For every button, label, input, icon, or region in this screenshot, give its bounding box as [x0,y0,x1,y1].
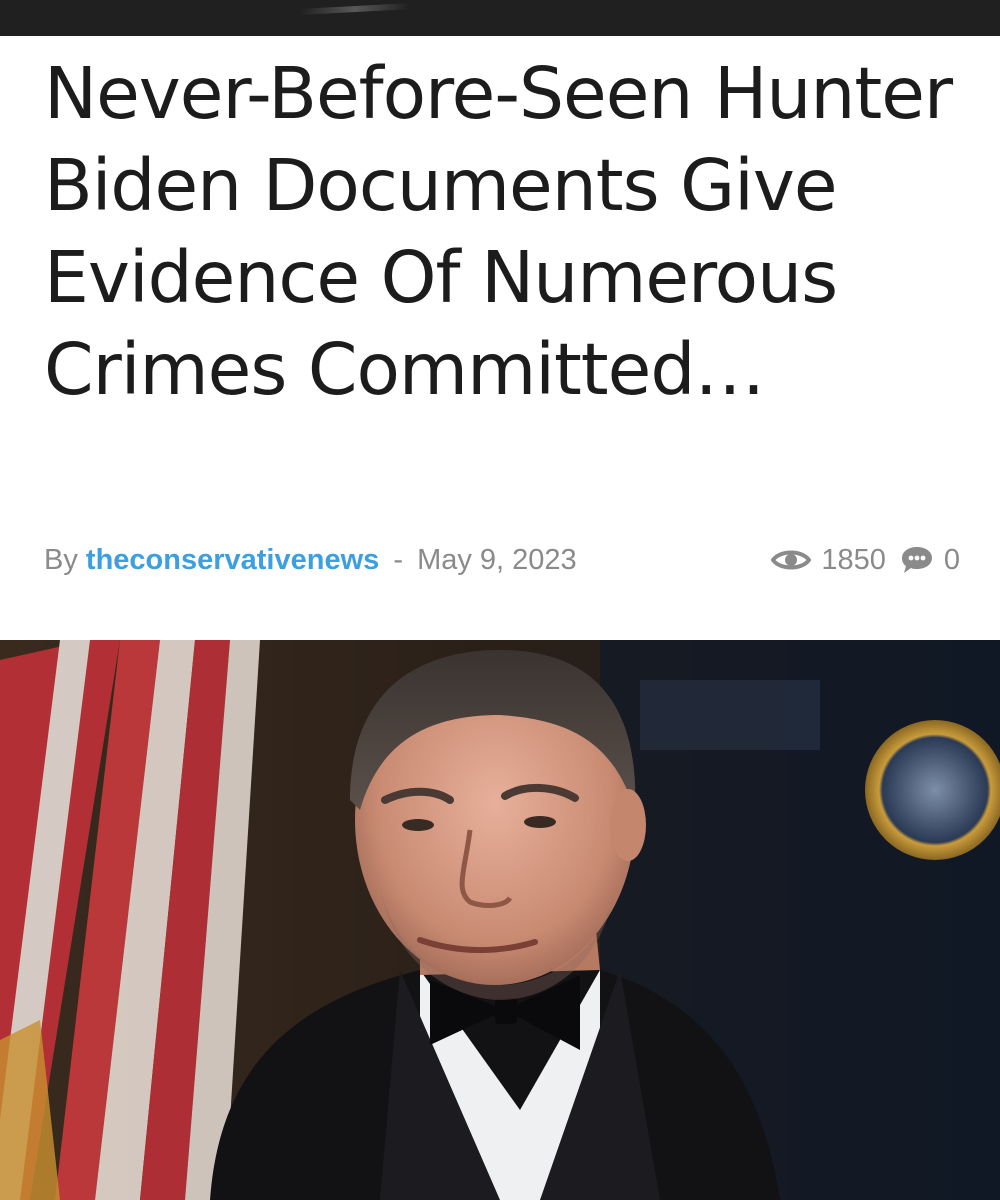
byline-separator: - [393,544,403,576]
top-bar-decoration [299,3,411,15]
article-stats: 1850 0 [771,540,960,580]
article-title: Never-Before-Seen Hunter Biden Documents… [44,52,953,411]
views-count: 1850 [821,543,886,576]
eye-icon [771,547,812,573]
views-stat: 1850 [771,544,886,577]
author-link[interactable]: theconservativenews [86,544,379,576]
comment-bubble-icon [900,544,934,576]
by-label: By [44,544,78,576]
top-bar [0,0,1000,36]
comments-stat[interactable]: 0 [900,544,960,577]
comments-count: 0 [943,543,960,576]
article-hero-image[interactable] [0,640,1000,1200]
publish-date: May 9, 2023 [417,544,577,576]
